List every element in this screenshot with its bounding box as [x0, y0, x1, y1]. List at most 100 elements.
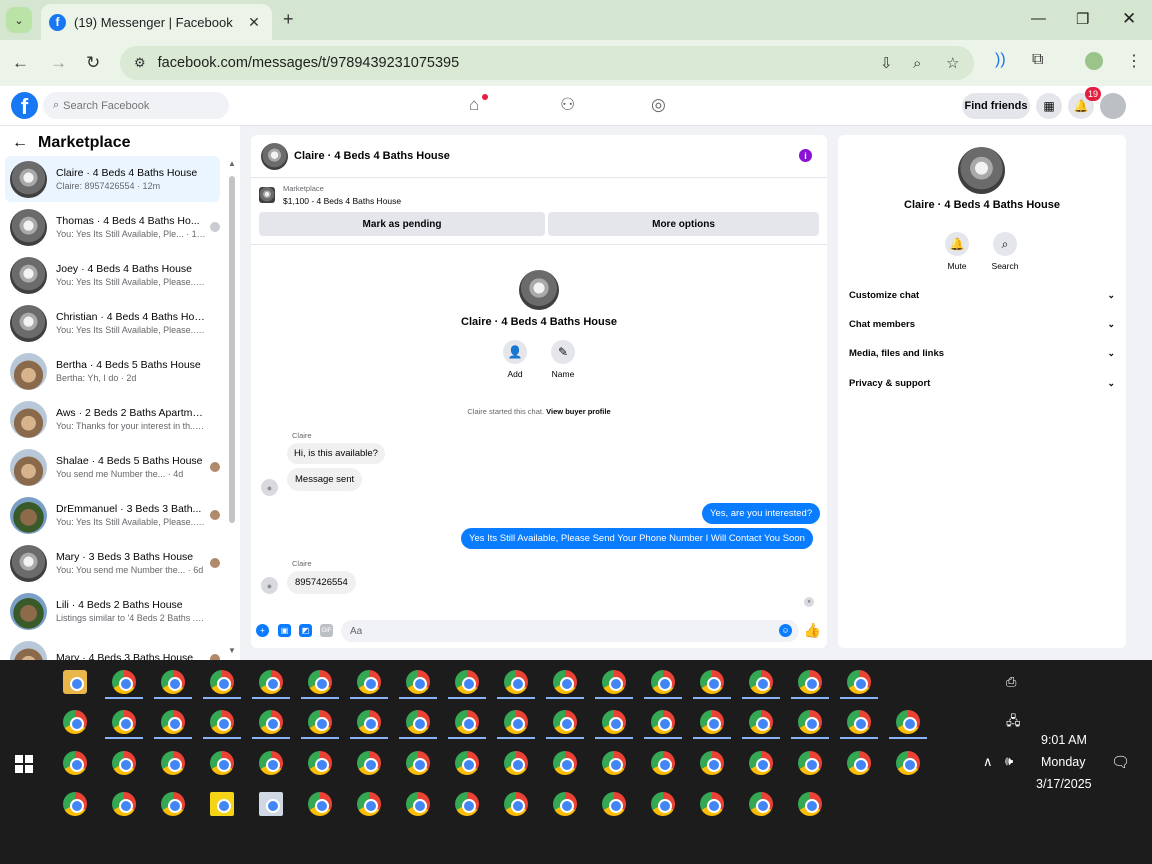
listing-price-title[interactable]: $1,100 - 4 Beds 4 Baths House — [283, 196, 401, 206]
chrome-taskbar-icon[interactable] — [63, 792, 87, 816]
message-bubble-sent[interactable]: Yes Its Still Available, Please Send You… — [461, 528, 813, 549]
message-input[interactable]: Aa — [341, 620, 799, 642]
sidebar-scrollbar[interactable]: ▲ ▼ — [228, 159, 236, 655]
address-bar[interactable]: ⚙ facebook.com/messages/t/97894392310753… — [120, 46, 974, 80]
chrome-taskbar-icon[interactable] — [455, 792, 479, 816]
chrome-taskbar-icon[interactable] — [847, 751, 871, 775]
chrome-taskbar-icon[interactable] — [455, 710, 479, 734]
chrome-taskbar-icon[interactable] — [406, 710, 430, 734]
chrome-taskbar-icon[interactable] — [357, 792, 381, 816]
show-hidden-icons-chevron-icon[interactable]: ∧ — [983, 754, 993, 770]
chrome-taskbar-icon[interactable] — [63, 751, 87, 775]
mark-as-pending-button[interactable]: Mark as pending — [259, 212, 545, 236]
chrome-taskbar-icon[interactable] — [749, 792, 773, 816]
chrome-taskbar-icon[interactable] — [63, 710, 87, 734]
chrome-taskbar-icon[interactable] — [406, 792, 430, 816]
chrome-taskbar-icon[interactable] — [112, 710, 136, 734]
chrome-taskbar-icon[interactable] — [749, 670, 773, 694]
thumbs-up-icon[interactable]: 👍 — [804, 622, 821, 638]
chrome-taskbar-icon[interactable] — [161, 751, 185, 775]
chrome-taskbar-icon[interactable] — [798, 710, 822, 734]
customize-chat-row[interactable]: Customize chat ⌄ — [849, 285, 1115, 305]
photo-icon[interactable]: ▣ — [278, 624, 291, 637]
chrome-taskbar-icon[interactable] — [504, 670, 528, 694]
tab-search-button[interactable]: ⌄ — [6, 7, 32, 33]
sticker-icon[interactable]: ◩ — [299, 624, 312, 637]
chrome-taskbar-icon[interactable] — [602, 792, 626, 816]
gif-icon[interactable]: GIF — [320, 624, 333, 637]
site-info-icon[interactable]: ⚙ — [134, 55, 146, 71]
forward-button[interactable]: → — [50, 53, 67, 73]
network-icon[interactable]: 🖧 — [1006, 712, 1021, 734]
chrome-taskbar-icon[interactable] — [847, 670, 871, 694]
chrome-taskbar-icon[interactable] — [651, 710, 675, 734]
chrome-taskbar-icon[interactable] — [210, 710, 234, 734]
plus-icon[interactable]: + — [256, 624, 269, 637]
conversation-item[interactable]: Mary · 3 Beds 3 Baths House You: You send… — [5, 540, 220, 586]
volume-icon[interactable]: 🕪 — [1005, 753, 1013, 769]
tab-close-icon[interactable]: ✕ — [244, 14, 264, 31]
chrome-taskbar-icon[interactable] — [308, 710, 332, 734]
chrome-taskbar-icon[interactable] — [798, 751, 822, 775]
chrome-taskbar-icon[interactable] — [700, 751, 724, 775]
chrome-taskbar-icon[interactable] — [896, 751, 920, 775]
scrollbar-thumb[interactable] — [229, 176, 235, 523]
friends-icon[interactable]: ⚇ — [560, 95, 575, 115]
chrome-taskbar-icon[interactable] — [602, 710, 626, 734]
groups-icon[interactable]: ◎ — [651, 95, 666, 115]
chrome-taskbar-icon[interactable] — [259, 792, 283, 816]
reload-button[interactable]: ↻ — [86, 53, 100, 73]
home-icon[interactable]: ⌂ — [469, 95, 479, 115]
chrome-taskbar-icon[interactable] — [553, 792, 577, 816]
maximize-button[interactable]: ❐ — [1076, 10, 1089, 28]
mute-button[interactable]: 🔔 Mute — [937, 232, 977, 271]
message-bubble-sent[interactable]: Yes, are you interested? — [702, 503, 821, 524]
meet-now-icon[interactable]: ⎙ — [1006, 674, 1016, 690]
chrome-taskbar-icon[interactable] — [553, 670, 577, 694]
chrome-taskbar-icon[interactable] — [455, 670, 479, 694]
chrome-taskbar-icon[interactable] — [308, 792, 332, 816]
chrome-taskbar-icon[interactable] — [700, 792, 724, 816]
chrome-taskbar-icon[interactable] — [161, 670, 185, 694]
chrome-taskbar-icon[interactable] — [504, 751, 528, 775]
file-explorer-icon[interactable] — [63, 670, 87, 694]
chrome-taskbar-icon[interactable] — [112, 792, 136, 816]
message-bubble[interactable]: Message sent — [287, 468, 363, 491]
chrome-taskbar-icon[interactable] — [259, 751, 283, 775]
chrome-taskbar-icon[interactable] — [357, 751, 381, 775]
chrome-taskbar-icon[interactable] — [651, 670, 675, 694]
conversation-item[interactable]: Bertha · 4 Beds 5 Baths House Bertha: Yh,… — [5, 348, 220, 394]
minimize-button[interactable]: — — [1031, 10, 1046, 27]
chrome-taskbar-icon[interactable] — [504, 792, 528, 816]
emoji-icon[interactable]: ☺ — [779, 624, 792, 637]
info-icon[interactable]: i — [799, 149, 812, 162]
clock-day[interactable]: Monday — [1041, 755, 1085, 769]
chrome-taskbar-icon[interactable] — [749, 710, 773, 734]
chrome-taskbar-icon[interactable] — [700, 670, 724, 694]
chrome-taskbar-icon[interactable] — [798, 792, 822, 816]
bookmark-star-icon[interactable]: ☆ — [946, 46, 959, 80]
facebook-search[interactable]: ⌕ — [43, 92, 229, 119]
chrome-taskbar-icon[interactable] — [406, 670, 430, 694]
install-app-icon[interactable]: ⇩ — [880, 46, 893, 80]
details-avatar[interactable] — [958, 147, 1005, 194]
more-options-button[interactable]: More options — [548, 212, 819, 236]
conversation-item[interactable]: Aws · 2 Beds 2 Baths Apartmen... You: Tha… — [5, 396, 220, 442]
chat-members-row[interactable]: Chat members ⌄ — [849, 314, 1115, 334]
chrome-taskbar-icon[interactable] — [357, 670, 381, 694]
chrome-taskbar-icon[interactable] — [161, 710, 185, 734]
back-arrow-icon[interactable]: ← — [12, 134, 28, 152]
chrome-taskbar-icon[interactable] — [700, 710, 724, 734]
chrome-taskbar-icon[interactable] — [112, 751, 136, 775]
chrome-taskbar-icon[interactable] — [651, 751, 675, 775]
browser-tab-messenger[interactable]: f (19) Messenger | Facebook ✕ — [41, 4, 272, 40]
chrome-taskbar-icon[interactable] — [896, 710, 920, 734]
clock-time[interactable]: 9:01 AM — [1041, 733, 1087, 747]
chrome-taskbar-icon[interactable] — [308, 751, 332, 775]
profile-avatar[interactable] — [519, 270, 559, 310]
conversation-item[interactable]: Mary · 4 Beds 3 Baths House — [5, 636, 220, 660]
conversation-item[interactable]: Claire · 4 Beds 4 Baths House Claire: 895… — [5, 156, 220, 202]
conversation-item[interactable]: Joey · 4 Beds 4 Baths House You: Yes Its … — [5, 252, 220, 298]
extensions-puzzle-icon[interactable]: ⧉ — [1032, 51, 1043, 69]
chrome-taskbar-icon[interactable] — [161, 792, 185, 816]
